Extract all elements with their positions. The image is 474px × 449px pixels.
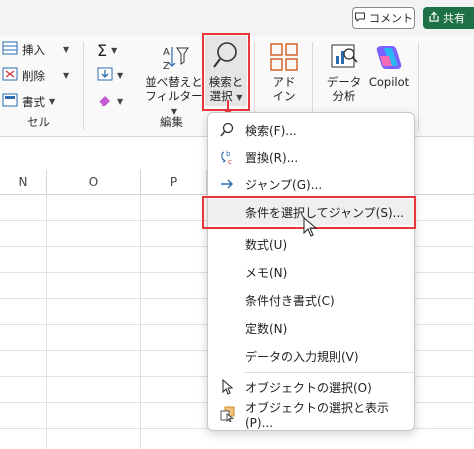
sigma-icon: Σ [97,41,108,60]
addins-button[interactable]: アド イン [262,42,306,103]
menu-item-label: 条件付き書式(C) [245,293,335,308]
mouse-cursor-icon [303,217,318,237]
menu-item-find[interactable]: 検索(F)... [208,117,414,143]
menu-item-select-objects[interactable]: オブジェクトの選択(O) [208,374,414,400]
group-divider [83,42,84,130]
grid-line [140,194,141,449]
share-button[interactable]: 共有 [423,7,474,29]
eraser-icon [97,93,113,110]
column-header-p[interactable]: P [141,170,207,194]
menu-item-label: 定数(N) [245,321,288,336]
menu-item-label: ジャンプ(G)... [245,177,323,192]
sort-filter-button[interactable]: AZ 並べ替えと フィルター ▼ [145,42,203,119]
format-cells-button[interactable]: 書式 ▼ [2,93,55,110]
cursor-icon [218,378,236,396]
svg-text:A: A [163,47,170,58]
menu-item-label: 数式(U) [245,237,288,252]
copilot-label: Copilot [368,75,410,89]
find-select-menu: 検索(F)... bc 置換(R)... ジャンプ(G)... 条件を選択してジ… [207,112,415,431]
menu-item-goto[interactable]: ジャンプ(G)... [208,171,414,197]
arrow-right-icon [218,175,236,193]
format-label: 書式 [22,94,45,109]
grid-line [46,194,47,449]
insert-cells-button[interactable]: 挿入 ▼ [2,41,69,58]
chevron-down-icon: ▼ [117,97,124,106]
selection-pane-icon [218,405,236,423]
menu-item-notes[interactable]: メモ(N) [208,259,414,285]
menu-item-selection-pane[interactable]: オブジェクトの選択と表示(P)... [208,400,414,430]
addins-icon [269,42,299,75]
insert-label: 挿入 [22,42,45,57]
menu-item-data-validation[interactable]: データの入力規則(V) [208,343,414,369]
menu-item-label: メモ(N) [245,265,288,280]
clear-button[interactable]: ▼ [97,93,123,110]
delete-cells-icon [2,67,18,84]
menu-item-constants[interactable]: 定数(N) [208,315,414,341]
comment-label: コメント [369,12,413,25]
copilot-button[interactable]: Copilot [366,42,412,89]
addins-label-2: イン [272,89,296,103]
delete-cells-button[interactable]: 削除 ▼ [2,67,69,84]
svg-text:c: c [228,158,232,165]
menu-separator [244,372,414,373]
data-analysis-icon [329,42,359,75]
chevron-down-icon: ▼ [63,71,70,80]
chevron-down-icon: ▼ [111,46,118,55]
menu-item-label: 置換(R)... [245,150,299,165]
share-label: 共有 [443,12,465,25]
menu-item-label: オブジェクトの選択と表示(P)... [245,400,390,430]
replace-icon: bc [218,148,236,166]
addins-label-1: アド [272,75,296,89]
column-header-n[interactable]: N [0,170,47,194]
svg-text:Z: Z [163,61,170,72]
data-analysis-label-1: データ [326,75,362,89]
comment-button[interactable]: コメント [352,7,415,29]
delete-label: 削除 [22,68,45,83]
fill-down-icon [97,67,113,84]
cells-group-label: セル [27,115,50,129]
menu-item-label: 検索(F)... [245,123,297,138]
chevron-down-icon: ▼ [63,45,70,54]
sort-filter-icon: AZ [159,42,189,75]
column-header-o[interactable]: O [47,170,141,194]
menu-item-replace[interactable]: bc 置換(R)... [208,144,414,170]
editing-group-label: 編集 [160,115,183,129]
chevron-down-icon: ▼ [117,71,124,80]
svg-text:b: b [226,150,231,158]
autosum-button[interactable]: Σ ▼ [97,41,117,60]
comment-icon [354,11,366,26]
fill-button[interactable]: ▼ [97,67,123,84]
title-strip: コメント 共有 [0,0,474,36]
chevron-down-icon: ▼ [49,97,56,106]
insert-cells-icon [2,41,18,58]
group-divider [418,42,419,130]
menu-item-label: データの入力規則(V) [245,349,359,364]
menu-item-label: オブジェクトの選択(O) [245,380,372,395]
data-analysis-button[interactable]: データ 分析 [322,42,366,103]
format-cells-icon [2,93,18,110]
data-analysis-label-2: 分析 [332,89,356,103]
search-icon [218,121,236,139]
menu-item-conditional-formatting[interactable]: 条件付き書式(C) [208,287,414,313]
copilot-icon [374,42,404,75]
share-icon [428,11,440,26]
sort-filter-label-1: 並べ替えと [145,75,203,89]
